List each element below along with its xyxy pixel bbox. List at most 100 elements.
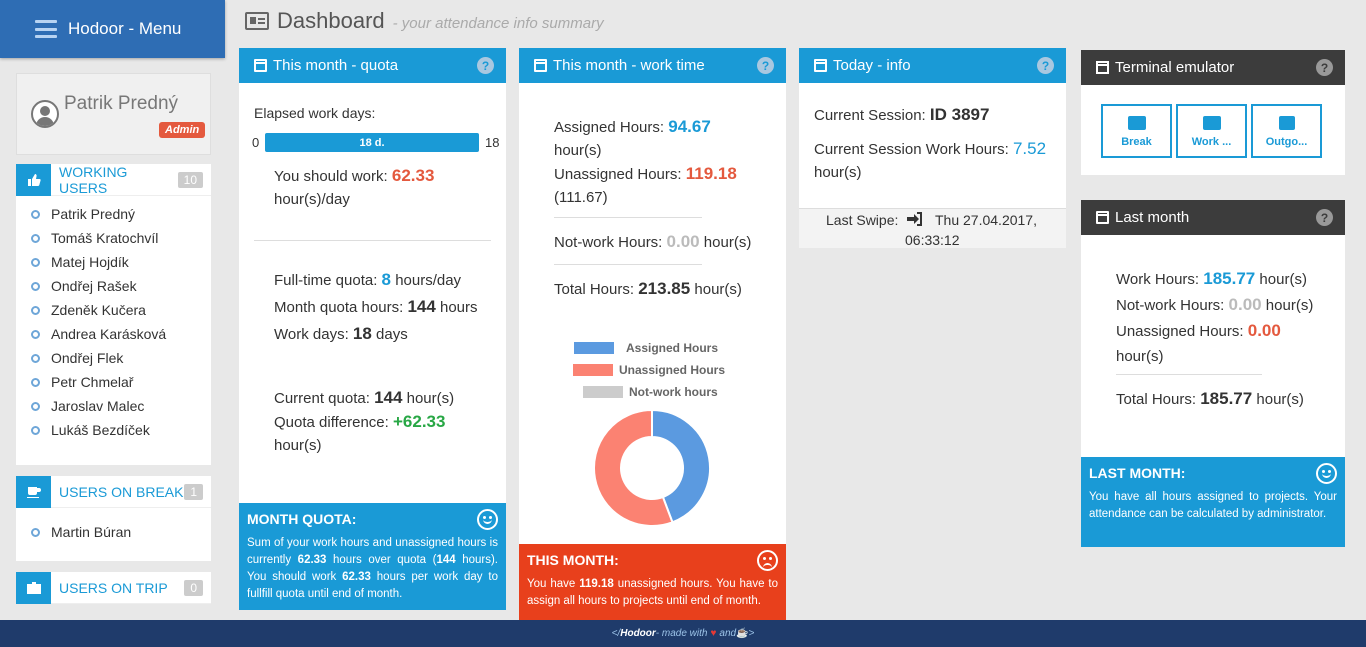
last-month-panel-header: Last month ? [1081,200,1345,235]
total-unit: hour(s) [694,281,742,298]
today-panel: Today - info ? Current Session: ID 3897 … [799,48,1066,248]
session-label: Current Session: [814,107,926,124]
progress-fill: 18 d. [265,133,479,152]
scrollbar[interactable] [1355,0,1366,620]
profile-name: Patrik Predný [64,93,179,114]
work-button-label: Work ... [1191,136,1232,148]
page-subtitle: - your attendance info summary [392,15,604,32]
break-button[interactable]: Break [1101,104,1172,158]
users-on-trip-box: USERS ON TRIP 0 [16,571,211,604]
divider [554,264,702,265]
lm-work-label: Work Hours: [1116,271,1200,288]
total-value: 213.85 [638,279,691,298]
list-item[interactable]: Martin Búran [16,520,211,544]
list-item[interactable]: Zdeněk Kučera [16,298,211,322]
lm-unassigned-value: 0.00 [1247,321,1281,340]
legend-label: Assigned Hours [626,341,718,355]
lm-work-unit: hour(s) [1259,271,1307,288]
terminal-panel-title: Terminal emulator [1115,59,1235,76]
hamburger-icon[interactable] [35,20,57,38]
lm-work-value: 185.77 [1203,269,1256,288]
help-icon[interactable]: ? [1316,209,1333,226]
users-on-break-header[interactable]: USERS ON BREAK 1 [16,475,211,508]
legend-swatch[interactable] [574,342,614,354]
lm-total-value: 185.77 [1200,389,1253,408]
session-hours-value: 7.52 [1012,139,1047,158]
smile-icon [1316,463,1337,484]
quota-current: Current quota: 144 hour(s) Quota differe… [274,386,454,457]
unassigned-sub: (111.67) [554,189,608,206]
terminal-panel: Terminal emulator ? Break Work ... Outgo… [1081,50,1345,175]
working-users-box: WORKING USERS 10 Patrik Predný Tomáš Kra… [16,163,211,465]
quota-diff-label: Quota difference: [274,414,389,431]
last-swipe-label: Last Swipe: [826,212,899,228]
list-item[interactable]: Andrea Karásková [16,322,211,346]
users-on-break-box: USERS ON BREAK 1 Martin Búran [16,475,211,561]
last-month-hours: Work Hours: 185.77 hour(s) Not-work Hour… [1116,266,1313,369]
lm-notwork-unit: hour(s) [1265,297,1314,314]
assigned-label: Assigned Hours: [554,119,665,136]
work-button[interactable]: Work ... [1176,104,1247,158]
last-month-note: LAST MONTH: You have all hours assigned … [1081,457,1345,547]
legend-swatch[interactable] [583,386,623,398]
assigned-unit: hour(s) [554,142,602,159]
divider [254,240,491,241]
list-item[interactable]: Lukáš Bezdíček [16,418,211,442]
circle-icon [31,527,40,537]
should-work-label: You should work: [274,168,388,185]
help-icon[interactable]: ? [1037,57,1054,74]
list-item[interactable]: Ondřej Rašek [16,274,211,298]
footer-prefix: </ [611,628,621,639]
outgoing-button[interactable]: Outgo... [1251,104,1322,158]
today-panel-title: Today - info [833,57,911,74]
last-swipe-date: Thu 27.04.2017, [935,212,1037,228]
legend-swatch[interactable] [573,364,613,376]
calendar-minus-icon [1096,211,1109,224]
help-icon[interactable]: ? [477,57,494,74]
elapsed-progress-bar: 18 d. [265,133,479,152]
list-item[interactable]: Ondřej Flek [16,346,211,370]
elapsed-label: Elapsed work days: [254,105,376,121]
list-item[interactable]: Jaroslav Malec [16,394,211,418]
quota-diff-unit: hour(s) [274,437,322,454]
terminal-panel-header: Terminal emulator ? [1081,50,1345,85]
last-month-note-text: You have all hours assigned to projects.… [1089,491,1337,520]
list-item[interactable]: Tomáš Kratochvíl [16,226,211,250]
month-quota-value: 144 [407,297,436,316]
footer-suffix: > [748,628,755,639]
menu-toggle[interactable]: Hodoor - Menu [0,0,225,58]
help-icon[interactable]: ? [757,57,774,74]
today-panel-header: Today - info ? [799,48,1066,83]
quota-panel-header: This month - quota ? [239,48,506,83]
worktime-panel: This month - work time ? Assigned Hours:… [519,48,786,620]
list-item[interactable]: Patrik Predný [16,202,211,226]
circle-icon [31,281,40,291]
help-icon[interactable]: ? [1316,59,1333,76]
fulltime-label: Full-time quota: [274,272,378,289]
session-hours-label: Current Session Work Hours: [814,141,1009,158]
worktime-panel-header: This month - work time ? [519,48,786,83]
coffee-icon [1127,116,1146,130]
users-on-trip-header[interactable]: USERS ON TRIP 0 [16,571,211,604]
month-quota-label: Month quota hours: [274,299,404,316]
this-month-note-title: THIS MONTH: [527,552,619,568]
break-button-label: Break [1121,136,1152,148]
user-profile[interactable]: Patrik Predný Admin [16,73,211,155]
user-name: Petr Chmelař [51,374,134,390]
outgoing-button-label: Outgo... [1265,136,1308,148]
list-item[interactable]: Petr Chmelař [16,370,211,394]
last-month-note-title: LAST MONTH: [1089,465,1186,481]
working-users-header[interactable]: WORKING USERS 10 [16,163,211,196]
circle-icon [31,401,40,411]
circle-icon [31,257,40,267]
user-name: Tomáš Kratochvíl [51,230,159,246]
notwork-value: 0.00 [666,232,700,251]
footer: </Hodoor - made with ♥ and ☕ > [0,620,1366,647]
user-name: Andrea Karásková [51,326,167,342]
list-item[interactable]: Matej Hojdík [16,250,211,274]
calendar-check-icon [534,59,547,72]
circle-icon [31,353,40,363]
frown-icon [757,550,778,571]
lm-notwork-value: 0.00 [1228,295,1262,314]
notwork-unit: hour(s) [703,234,752,251]
